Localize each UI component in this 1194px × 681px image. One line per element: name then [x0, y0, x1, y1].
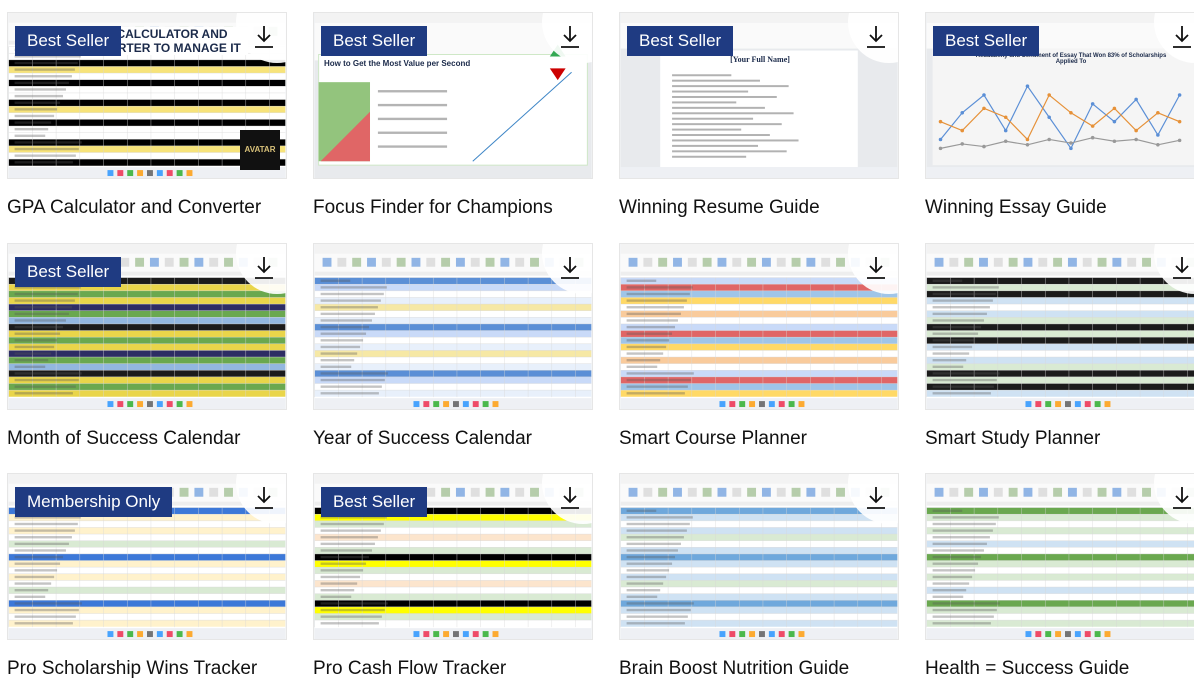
product-thumbnail[interactable]: Best Seller	[7, 243, 287, 410]
download-icon	[867, 257, 885, 279]
product-title[interactable]: Health = Success Guide	[925, 657, 1194, 681]
spreadsheet-preview-image	[926, 244, 1194, 409]
product-title[interactable]: Pro Cash Flow Tracker	[313, 657, 593, 681]
product-thumbnail[interactable]	[313, 243, 593, 410]
product-card[interactable]: GPA CALCULATOR AND CONVERTER TO MANAGE I…	[7, 12, 287, 220]
product-title[interactable]: Month of Success Calendar	[7, 427, 287, 451]
product-badge: Best Seller	[627, 26, 734, 56]
product-badge: Best Seller	[933, 26, 1040, 56]
download-icon	[561, 257, 579, 279]
product-title[interactable]: Brain Boost Nutrition Guide	[619, 657, 899, 681]
download-icon	[255, 257, 273, 279]
product-thumbnail[interactable]	[619, 473, 899, 640]
thumbnail-headline: [Your Full Name]	[730, 55, 790, 64]
download-icon	[867, 487, 885, 509]
product-card[interactable]: Year of Success Calendar	[313, 243, 593, 451]
thumbnail-headline: How to Get the Most Value per Second	[324, 59, 471, 68]
product-card[interactable]: Brain Boost Nutrition Guide	[619, 473, 899, 681]
download-icon	[561, 26, 579, 48]
product-badge: Best Seller	[15, 257, 122, 287]
product-card[interactable]: [Your Full Name] Best Seller Winning Resum…	[619, 12, 899, 220]
product-title[interactable]: Winning Resume Guide	[619, 196, 899, 220]
product-card[interactable]: Smart Course Planner	[619, 243, 899, 451]
product-card[interactable]: Best Seller Pro Cash Flow Tracker	[313, 473, 593, 681]
download-icon	[867, 26, 885, 48]
product-card[interactable]: Health = Success Guide	[925, 473, 1194, 681]
download-icon	[1173, 487, 1191, 509]
product-thumbnail[interactable]: Membership Only	[7, 473, 287, 640]
avatar-logo: AVATAR	[240, 130, 280, 170]
product-title[interactable]: Year of Success Calendar	[313, 427, 593, 451]
download-icon	[561, 487, 579, 509]
product-thumbnail[interactable]	[619, 243, 899, 410]
product-title[interactable]: Pro Scholarship Wins Tracker	[7, 657, 287, 681]
product-title[interactable]: GPA Calculator and Converter	[7, 196, 287, 220]
product-thumbnail[interactable]: GPA CALCULATOR AND CONVERTER TO MANAGE I…	[7, 12, 287, 179]
product-card[interactable]: Smart Study Planner	[925, 243, 1194, 451]
product-card[interactable]: Best Seller Month of Success Calendar	[7, 243, 287, 451]
product-card[interactable]: Membership Only Pro Scholarship Wins Trac…	[7, 473, 287, 681]
product-thumbnail[interactable]	[925, 473, 1194, 640]
spreadsheet-preview-image	[926, 474, 1194, 639]
product-card[interactable]: How to Get the Most Value per Second Best…	[313, 12, 593, 220]
product-title[interactable]: Smart Study Planner	[925, 427, 1194, 451]
product-title[interactable]: Smart Course Planner	[619, 427, 899, 451]
product-title[interactable]: Winning Essay Guide	[925, 196, 1194, 220]
product-thumbnail[interactable]: Readability and Sentiment of Essay That …	[925, 12, 1194, 179]
product-title[interactable]: Focus Finder for Champions	[313, 196, 593, 220]
download-icon	[1173, 26, 1191, 48]
product-thumbnail[interactable]: Best Seller	[313, 473, 593, 640]
product-badge: Best Seller	[15, 26, 122, 56]
download-icon	[1173, 257, 1191, 279]
product-thumbnail[interactable]: [Your Full Name] Best Seller	[619, 12, 899, 179]
product-thumbnail[interactable]	[925, 243, 1194, 410]
product-thumbnail[interactable]: How to Get the Most Value per Second Best…	[313, 12, 593, 179]
download-icon	[255, 26, 273, 48]
product-badge: Best Seller	[321, 26, 428, 56]
product-badge: Best Seller	[321, 487, 428, 517]
product-card[interactable]: Readability and Sentiment of Essay That …	[925, 12, 1194, 220]
download-icon	[255, 487, 273, 509]
product-badge: Membership Only	[15, 487, 173, 517]
